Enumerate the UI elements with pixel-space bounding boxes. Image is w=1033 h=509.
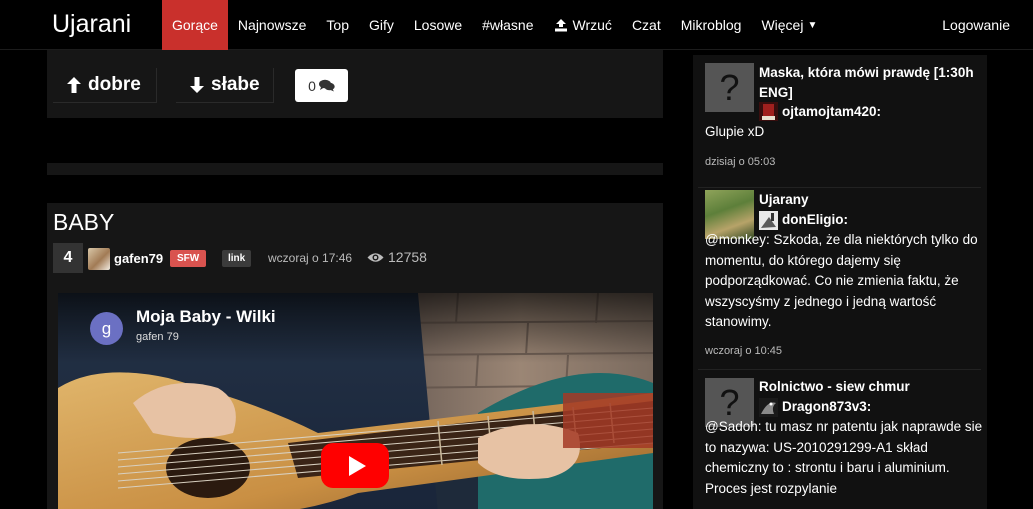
nav-item-gorace[interactable]: Gorące xyxy=(162,0,228,50)
comments-icon xyxy=(318,79,335,92)
site-logo[interactable]: Ujarani xyxy=(52,10,131,39)
sidebar-item[interactable]: Ujarany donEligio: @monkey: Szkoda, że d… xyxy=(693,188,987,368)
login-link[interactable]: Logowanie xyxy=(932,0,1020,50)
sidebar-item-user[interactable]: donEligio: xyxy=(782,210,848,230)
post-score: 4 xyxy=(53,243,83,273)
sidebar-item-user[interactable]: ojtamojtam420: xyxy=(782,102,881,122)
nav-item-najnowsze[interactable]: Najnowsze xyxy=(228,0,316,50)
nav-item-losowe[interactable]: Losowe xyxy=(404,0,472,50)
video-embed[interactable]: g Moja Baby - Wilki gafen 79 xyxy=(58,293,653,509)
nav-item-gify[interactable]: Gify xyxy=(359,0,404,50)
play-icon xyxy=(348,455,366,476)
comments-count: 0 xyxy=(308,77,316,94)
channel-avatar[interactable]: g xyxy=(90,312,123,345)
main-nav: Gorące Najnowsze Top Gify Losowe #własne… xyxy=(162,0,827,50)
nav-item-wiecej[interactable]: Więcej ▼ xyxy=(751,0,827,50)
sidebar-item-text: @Sadoh: tu masz nr patentu jak naprawde … xyxy=(705,419,983,496)
user-avatar[interactable] xyxy=(759,102,778,121)
post-card: BABY 4 gafen79 SFW link wczoraj o 17:46 … xyxy=(47,203,663,509)
sidebar-item-text: Glupie xD xyxy=(705,124,765,139)
user-avatar[interactable] xyxy=(759,211,778,230)
nav-item-wiecej-label: Więcej xyxy=(761,17,804,33)
author-name[interactable]: gafen79 xyxy=(114,251,163,266)
video-title[interactable]: Moja Baby - Wilki xyxy=(136,307,276,327)
author-avatar[interactable] xyxy=(88,248,110,270)
nav-item-mikroblog[interactable]: Mikroblog xyxy=(671,0,752,50)
sidebar-item[interactable]: ? Rolnictwo - siew chmur Dragon873v3: @S… xyxy=(693,370,987,509)
comments-button[interactable]: 0 xyxy=(295,69,348,102)
post-time: wczoraj o 17:46 xyxy=(268,251,353,265)
section-separator xyxy=(47,163,663,175)
nav-item-top[interactable]: Top xyxy=(316,0,359,50)
video-channel[interactable]: gafen 79 xyxy=(136,331,179,343)
user-avatar[interactable] xyxy=(759,398,778,417)
vote-up-button[interactable]: dobre xyxy=(53,68,157,103)
vote-down-label: słabe xyxy=(211,74,260,95)
nav-item-czat[interactable]: Czat xyxy=(622,0,671,50)
upload-icon xyxy=(554,19,567,32)
sidebar-item[interactable]: ? Maska, która mówi prawdę [1:30h ENG] o… xyxy=(693,55,987,180)
nav-item-wrzuc[interactable]: Wrzuć xyxy=(544,0,622,50)
top-navbar: Ujarani Gorące Najnowsze Top Gify Losowe… xyxy=(0,0,1033,50)
nav-item-wrzuc-label: Wrzuć xyxy=(572,17,612,33)
nav-item-wlasne[interactable]: #własne xyxy=(472,0,543,50)
views-value: 12758 xyxy=(388,249,427,265)
sidebar-item-date: dzisiaj o 05:03 xyxy=(705,156,776,168)
video-header-overlay xyxy=(58,293,653,363)
sidebar-item-date: wczoraj o 10:45 xyxy=(705,345,783,357)
sidebar-item-text: @monkey: Szkoda, że dla niektórych tylko… xyxy=(705,232,978,329)
caret-down-icon: ▼ xyxy=(807,19,818,31)
vote-panel: dobre słabe 0 xyxy=(47,50,663,118)
sidebar-item-title[interactable]: Maska, która mówi prawdę [1:30h ENG] xyxy=(759,63,979,103)
sidebar-item-user[interactable]: Dragon873v3: xyxy=(782,397,871,417)
arrow-down-icon xyxy=(190,77,204,93)
question-mark-icon[interactable]: ? xyxy=(705,63,754,112)
link-badge[interactable]: link xyxy=(222,250,252,267)
arrow-up-icon xyxy=(67,77,81,93)
sidebar-comments: ? Maska, która mówi prawdę [1:30h ENG] o… xyxy=(693,55,987,509)
eye-icon xyxy=(367,252,384,262)
sidebar-item-title[interactable]: Ujarany xyxy=(759,190,979,210)
sidebar-item-title[interactable]: Rolnictwo - siew chmur xyxy=(759,377,979,397)
sfw-badge: SFW xyxy=(170,250,207,267)
vote-down-button[interactable]: słabe xyxy=(176,68,274,103)
vote-up-label: dobre xyxy=(88,74,141,95)
post-title[interactable]: BABY xyxy=(53,209,114,236)
play-button[interactable] xyxy=(321,443,389,488)
views-count: 12758 xyxy=(367,249,427,265)
